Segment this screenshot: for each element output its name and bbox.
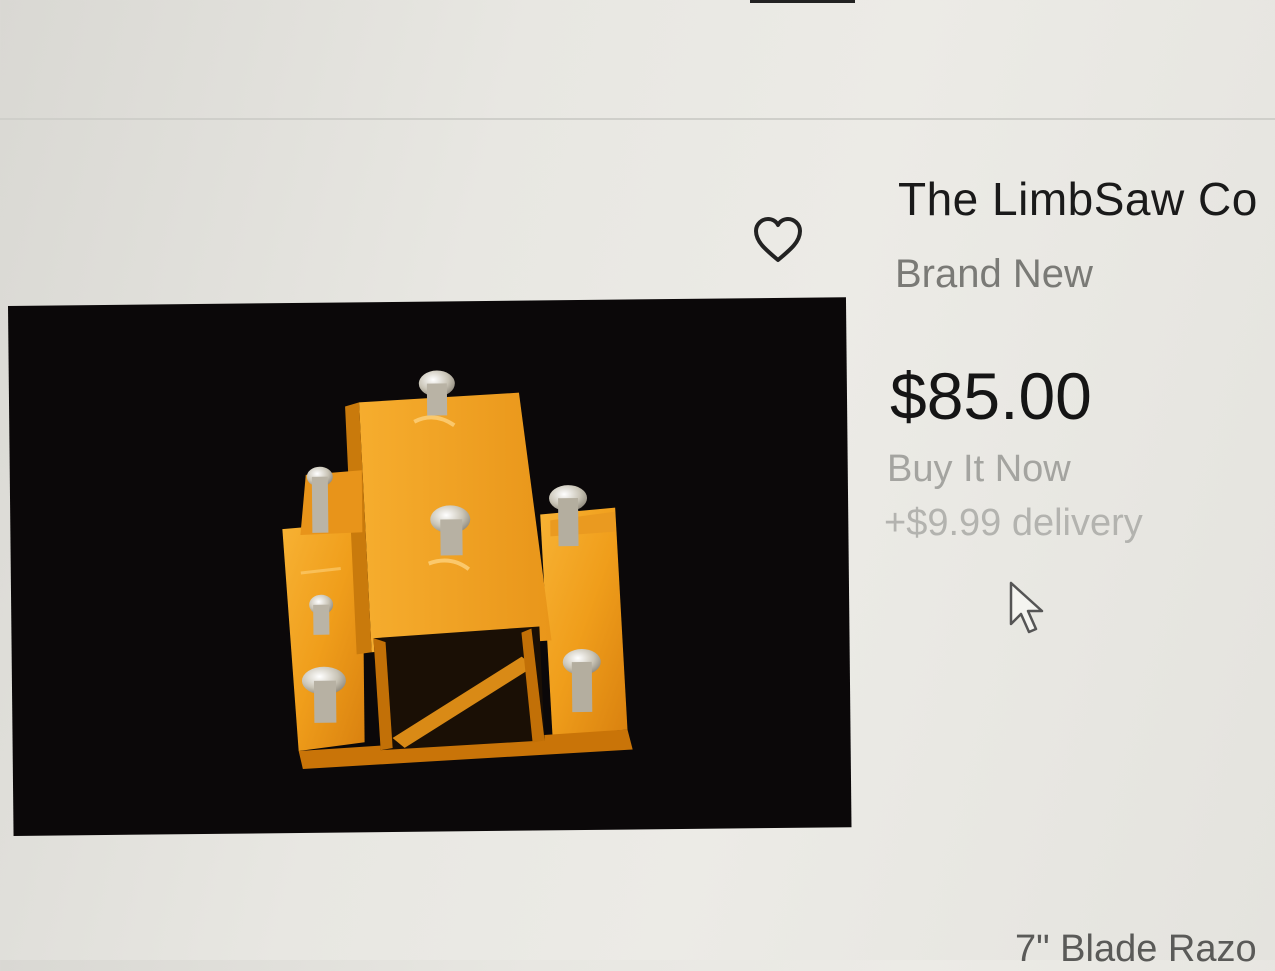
buy-format-label: Buy It Now: [887, 448, 1071, 490]
product-photo: [282, 370, 633, 769]
mouse-cursor-icon: [1008, 580, 1048, 636]
listing-title[interactable]: The LimbSaw Co: [898, 172, 1258, 226]
delivery-cost: +$9.99 delivery: [884, 502, 1143, 544]
next-listing-title[interactable]: 7" Blade Razo: [1015, 928, 1257, 971]
top-bar-fragment: [750, 0, 855, 3]
listing-condition: Brand New: [895, 252, 1093, 296]
listing-price: $85.00: [890, 359, 1092, 433]
heart-icon: [754, 217, 802, 262]
watch-button[interactable]: [748, 210, 808, 270]
listing-card[interactable]: The LimbSaw Co Brand New $85.00 Buy It N…: [0, 120, 1275, 970]
product-image[interactable]: [8, 297, 852, 836]
